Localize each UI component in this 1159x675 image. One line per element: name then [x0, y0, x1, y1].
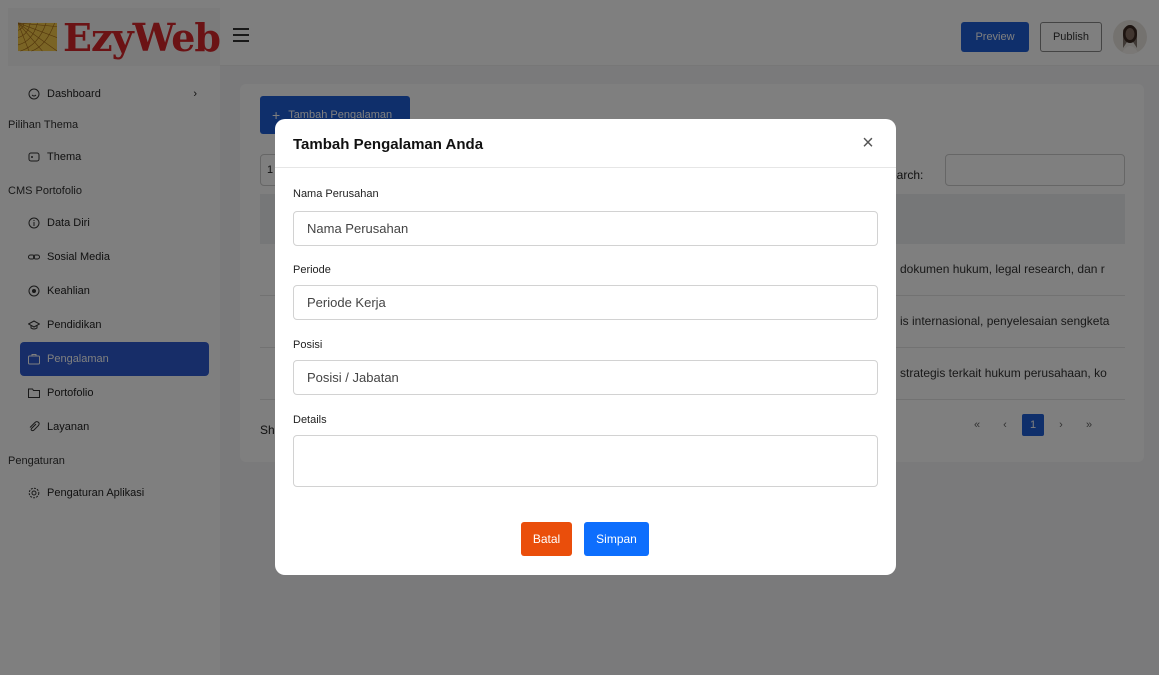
modal-title: Tambah Pengalaman Anda [293, 136, 484, 153]
period-input[interactable] [293, 285, 878, 320]
company-label: Nama Perusahan [293, 188, 379, 200]
details-label: Details [293, 414, 327, 426]
period-label: Periode [293, 264, 331, 276]
position-input[interactable] [293, 360, 878, 395]
company-input[interactable] [293, 211, 878, 246]
add-experience-modal: Tambah Pengalaman Anda × Nama Perusahan … [275, 119, 896, 575]
close-icon[interactable]: × [859, 133, 877, 153]
cancel-button[interactable]: Batal [521, 522, 572, 556]
save-button[interactable]: Simpan [584, 522, 649, 556]
modal-divider [275, 167, 896, 168]
details-textarea[interactable] [293, 435, 878, 487]
position-label: Posisi [293, 339, 323, 351]
